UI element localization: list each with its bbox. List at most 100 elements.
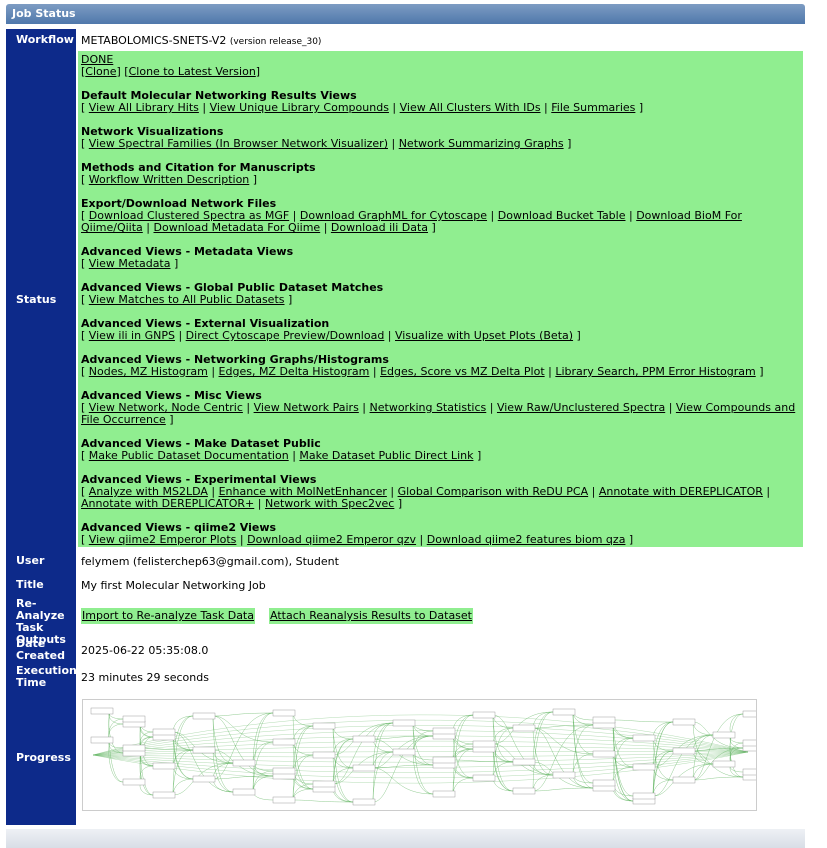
section-links: [ View All Library Hits | View Unique Li… [81, 101, 644, 114]
status-section: Default Molecular Networking Results Vie… [81, 90, 796, 114]
graph-node [592, 716, 616, 724]
graph-edge [492, 777, 514, 792]
result-view-link[interactable]: Make Dataset Public Direct Link [299, 449, 473, 462]
graph-node [742, 710, 766, 718]
graph-node [272, 767, 296, 775]
graph-node [352, 764, 376, 772]
result-view-link[interactable]: View Metadata [89, 257, 171, 270]
section-links: [ Make Public Dataset Documentation | Ma… [81, 449, 482, 462]
graph-node [392, 748, 416, 756]
graph-node [232, 759, 256, 767]
result-view-link[interactable]: Make Public Dataset Documentation [89, 449, 289, 462]
result-view-link[interactable]: Download Metadata For Qiime [154, 221, 321, 234]
result-view-link[interactable]: Edges, MZ Delta Histogram [219, 365, 370, 378]
graph-edge [292, 770, 314, 785]
import-reanalyze-link[interactable]: Import to Re-analyze Task Data [81, 608, 255, 624]
graph-edge [729, 734, 744, 778]
graph-node [312, 780, 336, 788]
result-view-link[interactable]: Network Summarizing Graphs [399, 137, 564, 150]
result-view-link[interactable]: Workflow Written Description [89, 173, 249, 186]
clone-latest-link[interactable]: Clone to Latest Version [129, 65, 256, 78]
graph-edge [452, 714, 474, 761]
result-view-link[interactable]: Download ili Data [331, 221, 428, 234]
graph-node [632, 792, 656, 800]
result-view-link[interactable]: View Raw/Unclustered Spectra [497, 401, 665, 414]
title-value: My first Molecular Networking Job [81, 579, 266, 592]
result-view-link[interactable]: Annotate with DEREPLICATOR [599, 485, 763, 498]
graph-edge [108, 739, 124, 783]
graph-edge [252, 712, 274, 764]
graph-edge [412, 722, 434, 737]
workflow-label: Workflow [16, 33, 74, 46]
graph-node [512, 758, 536, 766]
graph-edge [652, 779, 674, 797]
graph-node [272, 738, 296, 746]
status-section: Methods and Citation for Manuscripts[ Wo… [81, 162, 796, 186]
graph-edge [108, 710, 124, 754]
result-view-link[interactable]: View Matches to All Public Datasets [89, 293, 285, 306]
panel-header: Job Status [6, 4, 805, 24]
graph-node [472, 774, 496, 782]
result-view-link[interactable]: View Unique Library Compounds [210, 101, 389, 114]
status-section: Advanced Views - Global Public Dataset M… [81, 282, 796, 306]
status-section: Advanced Views - Make Dataset Public[ Ma… [81, 438, 796, 462]
result-view-link[interactable]: Network with Spec2vec [265, 497, 394, 510]
user-label: User [16, 554, 45, 567]
graph-node [352, 735, 376, 743]
result-view-link[interactable]: Download qiime2 features biom qza [427, 533, 626, 546]
result-view-link[interactable]: View qiime2 Emperor Plots [89, 533, 237, 546]
panel-title: Job Status [12, 7, 76, 20]
graph-node [152, 728, 176, 736]
graph-node [552, 708, 576, 716]
graph-node [152, 791, 176, 799]
graph-node [90, 707, 114, 715]
section-links: [ View ili in GNPS | Direct Cytoscape Pr… [81, 329, 581, 342]
graph-edge [108, 710, 124, 783]
attach-reanalysis-link[interactable]: Attach Reanalysis Results to Dataset [269, 608, 473, 624]
result-view-link[interactable]: Annotate with DEREPLICATOR+ [81, 497, 254, 510]
graph-node [472, 711, 496, 719]
result-view-link[interactable]: Download Bucket Table [498, 209, 626, 222]
label-column: Workflow Status User Title Re-Analyze Tas… [6, 29, 77, 825]
graph-edge [412, 751, 434, 795]
result-view-link[interactable]: View ili in GNPS [89, 329, 175, 342]
clone-link[interactable]: Clone [85, 65, 116, 78]
graph-edge [532, 787, 594, 792]
section-title: Advanced Views - Metadata Views [81, 245, 294, 258]
graph-node [232, 788, 256, 796]
graph-edge [412, 722, 434, 766]
result-view-link[interactable]: Edges, Score vs MZ Delta Plot [380, 365, 545, 378]
graph-edge [372, 722, 394, 803]
status-section: Advanced Views - qiime2 Views[ View qiim… [81, 522, 796, 546]
workflow-version: (version release_30) [229, 37, 322, 47]
graph-node [272, 709, 296, 717]
result-view-link[interactable]: Direct Cytoscape Preview/Download [186, 329, 385, 342]
result-view-link[interactable]: Nodes, MZ Histogram [89, 365, 208, 378]
graph-node [712, 731, 736, 739]
graph-node [152, 762, 176, 770]
result-view-link[interactable]: Library Search, PPM Error Histogram [555, 365, 755, 378]
result-view-link[interactable]: View All Library Hits [89, 101, 199, 114]
status-panel: DONE [Clone] [Clone to Latest Version] D… [78, 51, 803, 547]
result-view-link[interactable]: Networking Statistics [370, 401, 487, 414]
graph-node [512, 787, 536, 795]
execution-time-label: Execution Time [16, 664, 77, 689]
graph-node [432, 727, 456, 735]
result-view-link[interactable]: Global Comparison with ReDU PCA [398, 485, 589, 498]
graph-edge [292, 788, 314, 801]
result-view-link[interactable]: View Spectral Families (In Browser Netwo… [89, 137, 388, 150]
section-links: [ Workflow Written Description ] [81, 173, 258, 186]
graph-node [192, 775, 216, 783]
graph-edge [612, 719, 674, 723]
date-created-value: 2025-06-22 05:35:08.0 [81, 644, 209, 657]
workflow-progress-graph[interactable] [82, 699, 766, 811]
graph-node [472, 740, 496, 748]
status-section: Advanced Views - Networking Graphs/Histo… [81, 354, 796, 378]
result-view-link[interactable]: Visualize with Upset Plots (Beta) [395, 329, 573, 342]
result-view-link[interactable]: Download qiime2 Emperor qzv [247, 533, 416, 546]
result-view-link[interactable]: File Summaries [551, 101, 635, 114]
result-view-link[interactable]: View Network Pairs [254, 401, 359, 414]
status-section: Advanced Views - Misc Views[ View Networ… [81, 390, 796, 426]
status-section: Export/Download Network Files[ Download … [81, 198, 796, 234]
result-view-link[interactable]: View All Clusters With IDs [400, 101, 541, 114]
